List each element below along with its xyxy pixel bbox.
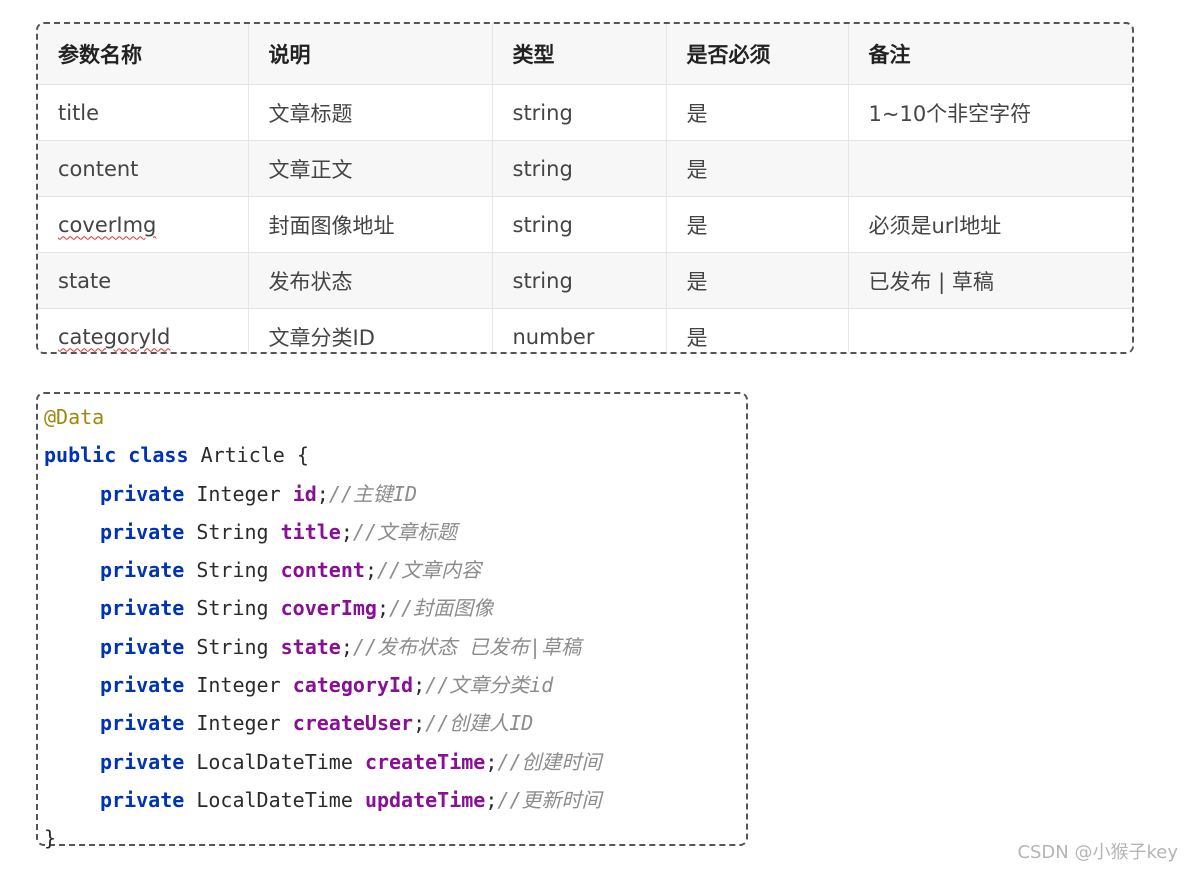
annotation: @Data — [44, 405, 105, 429]
field-name: state — [280, 634, 341, 659]
table-row: title 文章标题 string 是 1~10个非空字符 — [38, 84, 1132, 141]
cell-required: 是 — [665, 196, 848, 253]
field-name: updateTime — [364, 787, 486, 812]
code-line-field: private String title;//文章标题 — [100, 519, 457, 544]
cell-required: 是 — [665, 308, 848, 352]
field-modifier: private — [100, 749, 185, 774]
keyword-public: public — [44, 443, 117, 468]
open-brace: { — [296, 443, 309, 468]
field-modifier: private — [100, 673, 185, 698]
cell-param-name: title — [58, 100, 100, 125]
field-modifier: private — [100, 481, 185, 506]
field-modifier: private — [100, 634, 185, 659]
field-type: String — [196, 596, 269, 621]
field-modifier: private — [100, 519, 185, 544]
field-type: String — [196, 558, 269, 583]
cell-param-name: coverImg — [38, 197, 248, 253]
field-comment: //文章标题 — [352, 519, 457, 544]
spellcheck-word: categoryId — [58, 324, 171, 349]
code-line-field: private LocalDateTime createTime;//创建时间 — [100, 749, 602, 774]
field-comment: //创建人ID — [425, 711, 534, 736]
code-line-annotation: @Data — [44, 398, 746, 436]
cell-remarks — [847, 140, 1132, 197]
field-comment: //封面图像 — [389, 596, 494, 621]
code-block: @Data public class Article { private Int… — [36, 392, 748, 850]
field-modifier: private — [100, 711, 185, 736]
field-name: createUser — [292, 711, 414, 736]
field-type: LocalDateTime — [196, 749, 353, 774]
field-name: createTime — [364, 749, 486, 774]
field-type: Integer — [196, 481, 281, 506]
code-line-field: private String coverImg;//封面图像 — [100, 596, 494, 621]
field-type: Integer — [196, 711, 281, 736]
field-comment: //创建时间 — [497, 749, 602, 774]
code-line-field: private Integer categoryId;//文章分类id — [100, 673, 554, 698]
parameter-table-container: 参数名称 说明 类型 是否必须 备注 title 文章标题 string 是 1… — [36, 22, 1134, 354]
table-row: content 文章正文 string 是 — [38, 140, 1132, 197]
cell-description: 发布状态 — [247, 252, 492, 309]
parameter-table: 参数名称 说明 类型 是否必须 备注 title 文章标题 string 是 1… — [38, 24, 1132, 353]
field-modifier: private — [100, 596, 185, 621]
cell-param-name: categoryId — [38, 309, 248, 353]
field-comment: //主键ID — [328, 481, 417, 506]
cell-param-name: state — [58, 268, 112, 293]
field-type: LocalDateTime — [196, 787, 353, 812]
cell-description: 文章正文 — [247, 140, 492, 197]
field-comment: //更新时间 — [497, 787, 602, 812]
field-type: String — [196, 519, 269, 544]
class-name: Article — [200, 443, 285, 468]
cell-type: number — [491, 308, 666, 352]
header-type: 类型 — [491, 24, 666, 85]
code-line-field: private Integer id;//主键ID — [100, 481, 417, 506]
header-description: 说明 — [247, 24, 492, 85]
table-row: state 发布状态 string 是 已发布 | 草稿 — [38, 252, 1132, 309]
keyword-class: class — [128, 443, 189, 468]
cell-description: 文章标题 — [247, 84, 492, 141]
cell-remarks: 1~10个非空字符 — [847, 84, 1132, 141]
field-name: categoryId — [292, 673, 414, 698]
cell-required: 是 — [665, 84, 848, 141]
cell-type: string — [491, 84, 666, 141]
field-name: coverImg — [280, 596, 377, 621]
table-row: categoryId 文章分类ID number 是 — [38, 308, 1132, 353]
cell-type: string — [491, 196, 666, 253]
cell-remarks: 已发布 | 草稿 — [847, 252, 1132, 309]
spellcheck-word: coverImg — [58, 212, 157, 237]
code-line-class-decl: public class Article { — [44, 436, 746, 474]
field-comment: //文章分类id — [425, 673, 554, 698]
cell-type: string — [491, 140, 666, 197]
field-type: Integer — [196, 673, 281, 698]
code-line-field: private String content;//文章内容 — [100, 558, 482, 583]
cell-required: 是 — [665, 140, 848, 197]
header-param-name: 参数名称 — [58, 43, 142, 67]
watermark: CSDN @小猴子key — [1017, 842, 1178, 863]
field-type: String — [196, 634, 269, 659]
header-required: 是否必须 — [665, 24, 848, 85]
cell-description: 文章分类ID — [247, 308, 492, 352]
table-header-row: 参数名称 说明 类型 是否必须 备注 — [38, 24, 1132, 85]
field-name: content — [280, 558, 365, 583]
table-row: coverImg 封面图像地址 string 是 必须是url地址 — [38, 196, 1132, 253]
cell-type: string — [491, 252, 666, 309]
cell-remarks: 必须是url地址 — [847, 196, 1132, 253]
field-modifier: private — [100, 558, 185, 583]
code-line-close: } — [44, 819, 746, 857]
field-comment: //发布状态 已发布|草稿 — [352, 634, 582, 659]
field-modifier: private — [100, 787, 185, 812]
cell-param-name: content — [58, 156, 139, 181]
field-name: id — [292, 481, 317, 506]
code-line-field: private String state;//发布状态 已发布|草稿 — [100, 634, 582, 659]
close-brace: } — [44, 826, 57, 851]
code-line-field: private LocalDateTime updateTime;//更新时间 — [100, 787, 602, 812]
code-line-field: private Integer createUser;//创建人ID — [100, 711, 534, 736]
cell-description: 封面图像地址 — [247, 196, 492, 253]
cell-required: 是 — [665, 252, 848, 309]
field-comment: //文章内容 — [376, 558, 482, 583]
header-remarks: 备注 — [847, 24, 1132, 85]
field-name: title — [280, 519, 341, 544]
cell-remarks — [847, 308, 1132, 352]
